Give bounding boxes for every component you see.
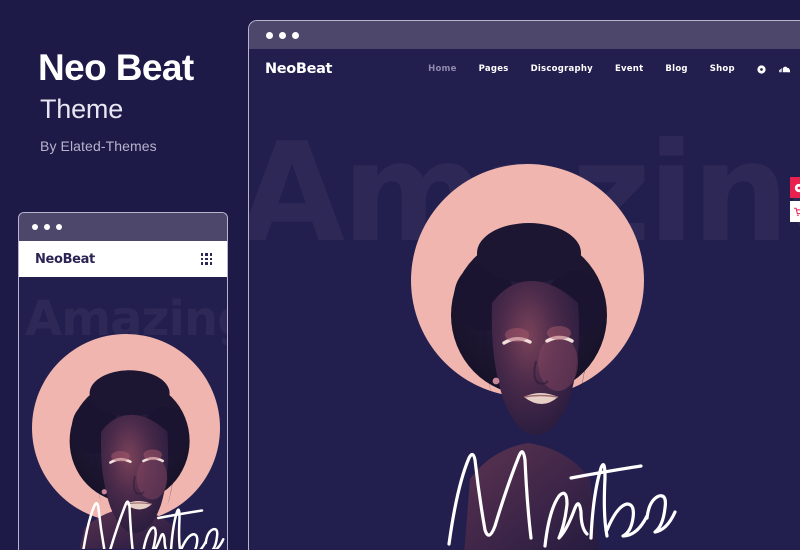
mobile-site-logo[interactable]: NeoBeat <box>35 252 95 267</box>
desktop-site-viewport: NeoBeat Home Pages Discography Event Blo… <box>249 49 800 550</box>
mobile-window-controls <box>32 224 62 230</box>
vinyl-record-icon <box>794 183 800 192</box>
theme-title: Neo Beat <box>38 47 194 88</box>
record-button[interactable] <box>790 177 800 198</box>
window-dot-maximize[interactable] <box>292 31 299 39</box>
theme-author: By Elated-Themes <box>40 138 157 154</box>
mobile-grid-menu-icon[interactable] <box>200 253 212 265</box>
window-dot-minimize[interactable] <box>279 31 286 39</box>
mobile-browser-chrome <box>19 213 227 241</box>
mobile-navigation-bar: NeoBeat <box>19 241 227 277</box>
site-navigation-bar: NeoBeat Home Pages Discography Event Blo… <box>249 49 800 89</box>
floating-side-buttons <box>790 177 800 222</box>
mobile-window-dot-maximize[interactable] <box>56 224 62 230</box>
desktop-browser-preview: NeoBeat Home Pages Discography Event Blo… <box>248 20 800 550</box>
nav-link-blog[interactable]: Blog <box>665 64 687 74</box>
theme-subtitle: Theme <box>40 94 124 124</box>
mobile-artist-signature <box>82 500 225 549</box>
nav-link-event[interactable]: Event <box>615 64 643 74</box>
desktop-browser-chrome <box>249 21 800 49</box>
mobile-window-dot-minimize[interactable] <box>44 224 50 230</box>
site-logo[interactable]: NeoBeat <box>265 61 332 77</box>
screenshot-stage: Neo Beat Theme By Elated-Themes NeoBeat … <box>0 0 800 550</box>
shopping-cart-icon <box>794 207 800 216</box>
mobile-window-dot-close[interactable] <box>32 224 38 230</box>
nav-link-shop[interactable]: Shop <box>710 64 735 74</box>
artist-signature <box>447 450 677 548</box>
nav-links: Home Pages Discography Event Blog Shop <box>428 64 735 74</box>
nav-link-discography[interactable]: Discography <box>531 64 593 74</box>
social-links <box>757 64 800 74</box>
nav-link-home[interactable]: Home <box>428 64 457 74</box>
mobile-site-viewport: NeoBeat Amazing <box>19 241 227 549</box>
soundcloud-icon[interactable] <box>778 66 790 73</box>
desktop-hero: Amazing <box>249 89 800 550</box>
window-dot-close[interactable] <box>266 31 273 39</box>
spotify-icon[interactable] <box>757 64 766 74</box>
nav-link-pages[interactable]: Pages <box>479 64 509 74</box>
window-controls <box>266 31 299 39</box>
cart-button[interactable] <box>790 201 800 222</box>
mobile-hero: Amazing <box>19 277 227 549</box>
mobile-browser-preview: NeoBeat Amazing <box>18 212 228 550</box>
